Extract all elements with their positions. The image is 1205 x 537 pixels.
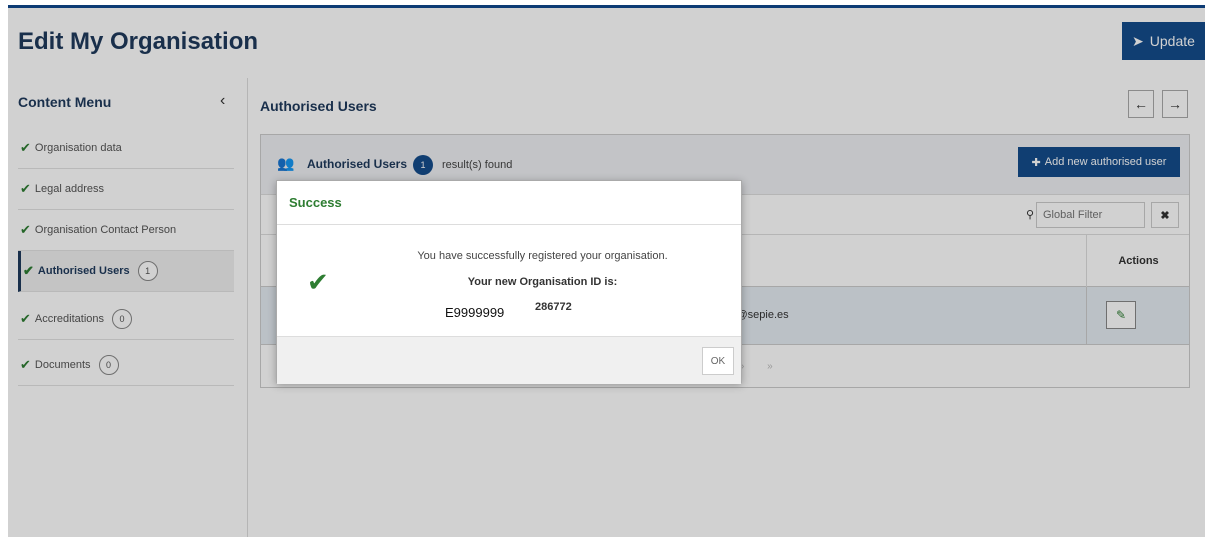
modal-title: Success xyxy=(289,195,342,210)
success-modal: Success ✔ You have successfully register… xyxy=(276,180,742,384)
ok-button[interactable]: OK xyxy=(702,347,734,375)
organisation-id-new: E9999999 xyxy=(445,305,505,320)
organisation-id-label: Your new Organisation ID is: xyxy=(467,276,618,288)
modal-footer: OK xyxy=(277,336,741,384)
organisation-id-value: 286772 xyxy=(535,301,572,313)
modal-header: Success xyxy=(277,181,741,225)
modal-message: You have successfully registered your or… xyxy=(417,250,668,262)
page: Edit My Organisation ➤ Update Content Me… xyxy=(0,0,1205,537)
